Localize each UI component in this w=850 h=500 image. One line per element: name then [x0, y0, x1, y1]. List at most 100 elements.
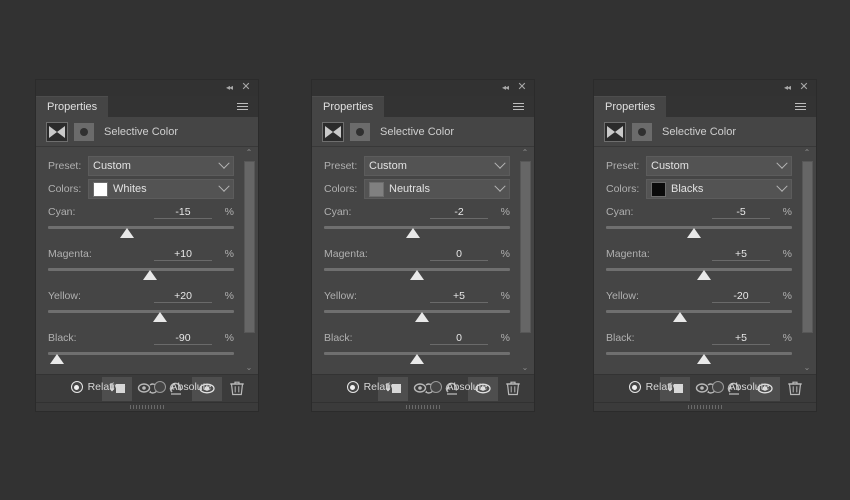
slider-magenta: Magenta: 0 % — [324, 248, 510, 283]
scroll-down-icon[interactable]: ⌄ — [801, 362, 813, 374]
slider-thumb[interactable] — [50, 354, 65, 364]
slider-group: Cyan: -2 % Magenta: 0 % Yellow: +5 % Bla… — [324, 206, 510, 367]
slider-thumb[interactable] — [410, 270, 424, 280]
tab-properties-label: Properties — [323, 101, 374, 113]
slider-value-input[interactable]: +5 — [712, 332, 770, 345]
scrollbar-thumb[interactable] — [802, 161, 813, 333]
panel-menu-icon[interactable] — [232, 96, 258, 117]
vertical-scrollbar[interactable]: ⌃ ⌄ — [801, 147, 813, 374]
colors-select[interactable]: Neutrals — [364, 179, 510, 199]
selective-color-icon[interactable] — [322, 121, 344, 142]
method-radio-group: Relative Absolute — [606, 381, 792, 393]
preset-select[interactable]: Custom — [88, 156, 234, 176]
chevron-down-icon — [776, 180, 788, 192]
slider-value-input[interactable]: +20 — [154, 290, 212, 303]
slider-group: Cyan: -15 % Magenta: +10 % Yellow: +20 % — [48, 206, 234, 367]
slider-percent-label: % — [782, 206, 792, 218]
panel-neutrals: ◂◂ ✕ Properties Selective Color Preset: … — [312, 80, 534, 411]
slider-thumb[interactable] — [696, 270, 711, 280]
radio-relative-label: Relative — [87, 381, 126, 393]
panel-resize-grip[interactable] — [312, 402, 534, 411]
slider-thumb[interactable] — [410, 354, 424, 364]
close-icon[interactable]: ✕ — [797, 82, 811, 93]
radio-absolute-mark — [153, 381, 166, 393]
slider-track-wrap — [48, 224, 234, 241]
radio-absolute[interactable]: Absolute — [153, 381, 211, 393]
slider-value-input[interactable]: +10 — [154, 248, 212, 261]
radio-absolute[interactable]: Absolute — [711, 381, 770, 393]
panel-resize-grip[interactable] — [36, 402, 258, 411]
slider-header: Cyan: -2 % — [324, 206, 510, 221]
slider-label: Yellow: — [48, 290, 81, 302]
slider-value-input[interactable]: -5 — [712, 206, 770, 219]
layer-mask-icon[interactable] — [350, 122, 370, 141]
slider-label: Magenta: — [606, 248, 650, 260]
panel-menu-icon[interactable] — [508, 96, 534, 117]
scroll-up-icon[interactable]: ⌃ — [801, 147, 813, 159]
selective-color-icon[interactable] — [604, 121, 626, 142]
radio-absolute-label: Absolute — [728, 381, 770, 393]
collapse-to-icons-icon[interactable]: ◂◂ — [780, 82, 794, 94]
slider-thumb[interactable] — [696, 354, 711, 364]
slider-value-input[interactable]: -90 — [154, 332, 212, 345]
slider-track[interactable] — [48, 310, 234, 313]
close-icon[interactable]: ✕ — [239, 82, 253, 93]
slider-value-input[interactable]: -20 — [712, 290, 770, 303]
radio-relative[interactable]: Relative — [70, 381, 126, 393]
chevron-down-icon — [776, 157, 788, 169]
scrollbar-thumb[interactable] — [520, 161, 531, 333]
slider-value-input[interactable]: +5 — [712, 248, 770, 261]
colors-select[interactable]: Whites — [88, 179, 234, 199]
preset-select[interactable]: Custom — [364, 156, 510, 176]
scroll-down-icon[interactable]: ⌄ — [243, 362, 255, 374]
radio-absolute[interactable]: Absolute — [429, 381, 487, 393]
slider-value-input[interactable]: 0 — [430, 332, 488, 345]
close-icon[interactable]: ✕ — [515, 82, 529, 93]
slider-track-wrap — [324, 350, 510, 367]
scroll-up-icon[interactable]: ⌃ — [243, 147, 255, 159]
panel-titlebar: ◂◂ ✕ — [312, 80, 534, 96]
slider-thumb[interactable] — [143, 270, 158, 280]
vertical-scrollbar[interactable]: ⌃ ⌄ — [243, 147, 255, 374]
collapse-to-icons-icon[interactable]: ◂◂ — [222, 82, 236, 94]
color-swatch — [93, 181, 108, 197]
scroll-down-icon[interactable]: ⌄ — [519, 362, 531, 374]
tab-properties[interactable]: Properties — [312, 96, 385, 117]
slider-value-input[interactable]: -15 — [154, 206, 212, 219]
slider-value-input[interactable]: 0 — [430, 248, 488, 261]
slider-thumb[interactable] — [673, 312, 688, 322]
slider-track[interactable] — [606, 310, 792, 313]
slider-track[interactable] — [48, 352, 234, 355]
slider-header: Black: 0 % — [324, 332, 510, 347]
slider-thumb[interactable] — [406, 228, 421, 238]
preset-select[interactable]: Custom — [646, 156, 792, 176]
tab-properties[interactable]: Properties — [594, 96, 667, 117]
selective-color-icon[interactable] — [46, 121, 68, 142]
radio-relative[interactable]: Relative — [346, 381, 402, 393]
tab-properties[interactable]: Properties — [36, 96, 109, 117]
mask-dot — [638, 127, 646, 136]
scrollbar-thumb[interactable] — [244, 161, 255, 333]
slider-thumb[interactable] — [152, 312, 167, 322]
radio-relative[interactable]: Relative — [628, 381, 684, 393]
slider-track[interactable] — [48, 268, 234, 271]
collapse-to-icons-icon[interactable]: ◂◂ — [498, 82, 512, 94]
colors-select[interactable]: Blacks — [646, 179, 792, 199]
slider-track-wrap — [606, 224, 792, 241]
panel-controls: Preset: Custom Colors: Blacks Cyan: -5 %… — [594, 156, 816, 393]
scroll-up-icon[interactable]: ⌃ — [519, 147, 531, 159]
panel-resize-grip[interactable] — [594, 402, 816, 411]
layer-mask-icon[interactable] — [632, 122, 652, 141]
slider-value-input[interactable]: -2 — [430, 206, 488, 219]
slider-track-wrap — [606, 308, 792, 325]
slider-thumb[interactable] — [687, 228, 702, 238]
slider-thumb[interactable] — [120, 228, 135, 238]
preset-row: Preset: Custom — [324, 156, 510, 176]
slider-value-input[interactable]: +5 — [430, 290, 488, 303]
preset-label: Preset: — [324, 160, 358, 172]
slider-track[interactable] — [48, 226, 234, 229]
slider-thumb[interactable] — [414, 312, 429, 322]
panel-menu-icon[interactable] — [790, 96, 816, 117]
vertical-scrollbar[interactable]: ⌃ ⌄ — [519, 147, 531, 374]
layer-mask-icon[interactable] — [74, 122, 94, 141]
